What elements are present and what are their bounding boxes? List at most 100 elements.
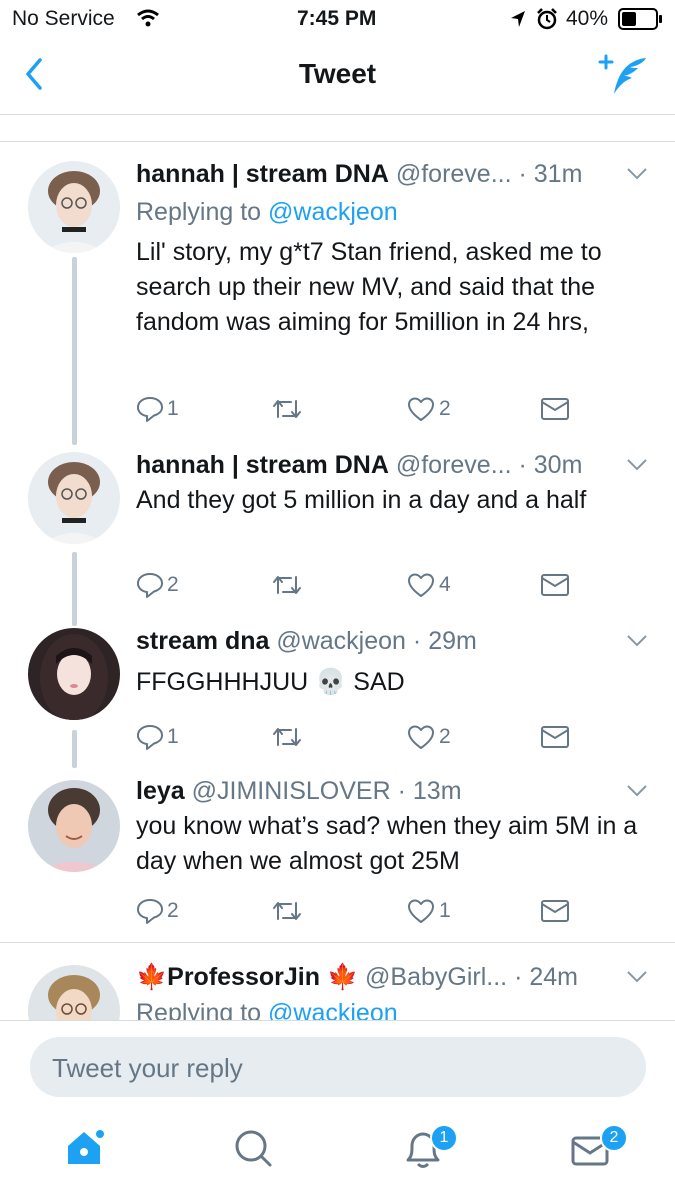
separator-dot: · (518, 451, 527, 479)
user-handle[interactable]: @wackjeon (276, 627, 406, 655)
tweet-actions: 1 2 (136, 394, 656, 424)
direct-message-button[interactable] (540, 896, 570, 926)
reply-button[interactable]: 1 (136, 722, 179, 752)
tab-search[interactable] (232, 1126, 276, 1175)
envelope-icon (541, 900, 569, 922)
separator-dot: · (514, 963, 523, 991)
thread-line (72, 730, 77, 768)
notifications-badge: 1 (430, 1124, 458, 1152)
like-count: 2 (439, 725, 451, 748)
replying-label: Replying to (136, 999, 262, 1020)
tweet-actions: 1 2 (136, 722, 656, 752)
retweet-button[interactable] (271, 896, 306, 926)
wifi-icon (137, 9, 159, 27)
like-button[interactable]: 2 (406, 722, 451, 752)
tweet-time: 24m (529, 963, 578, 991)
tweet-header: hannah | stream DNA @foreve... · 31m (136, 160, 626, 189)
retweet-button[interactable] (271, 722, 306, 752)
replying-to: Replying to @wackjeon (136, 999, 398, 1020)
skull-emoji: 💀 (315, 668, 347, 696)
avatar[interactable] (28, 780, 120, 872)
compose-tweet-icon[interactable] (598, 54, 650, 98)
alarm-icon (537, 8, 557, 30)
direct-message-button[interactable] (540, 570, 570, 600)
reply-icon (137, 899, 163, 924)
reply-button[interactable]: 2 (136, 570, 179, 600)
retweet-button[interactable] (271, 394, 306, 424)
reply-placeholder: Tweet your reply (52, 1053, 243, 1083)
reply-count: 2 (167, 573, 179, 596)
tweet-header: stream dna @wackjeon · 29m (136, 627, 626, 656)
envelope-icon (541, 726, 569, 748)
like-count: 1 (439, 899, 451, 922)
reply-icon (137, 573, 163, 598)
tweet-text: And they got 5 million in a day and a ha… (136, 486, 587, 514)
avatar[interactable] (28, 161, 120, 253)
tab-home[interactable] (64, 1126, 108, 1175)
chevron-down-icon[interactable] (626, 784, 648, 798)
like-button[interactable]: 2 (406, 394, 451, 424)
reply-icon (137, 725, 163, 750)
tweet-time: 30m (533, 451, 583, 479)
heart-icon (408, 725, 434, 749)
heart-icon (408, 573, 434, 597)
avatar[interactable] (28, 965, 120, 1020)
avatar[interactable] (28, 628, 120, 720)
direct-message-button[interactable] (540, 394, 570, 424)
tweet[interactable]: hannah | stream DNA @foreve... · 30m And… (0, 442, 675, 626)
reply-icon (137, 397, 163, 422)
tweet-header: 🍁ProfessorJin 🍁 @BabyGirl... · 24m (136, 963, 626, 992)
chevron-down-icon[interactable] (626, 458, 648, 472)
replying-to: Replying to @wackjeon (136, 198, 398, 227)
chevron-down-icon[interactable] (626, 634, 648, 648)
tweet-time: 31m (533, 160, 583, 188)
display-name[interactable]: hannah | stream DNA (136, 160, 389, 188)
tweet[interactable]: 🍁ProfessorJin 🍁 @BabyGirl... · 24m Reply… (0, 943, 675, 1020)
tweet[interactable]: stream dna @wackjeon · 29m FFGGHHHJUU 💀 … (0, 618, 675, 768)
like-button[interactable]: 1 (406, 896, 451, 926)
messages-badge: 2 (600, 1124, 628, 1152)
search-icon (235, 1130, 272, 1167)
reply-count: 1 (167, 725, 179, 748)
retweet-icon (273, 576, 301, 594)
reply-button[interactable]: 1 (136, 394, 179, 424)
tweet-time: 29m (428, 627, 477, 655)
replying-handle[interactable]: @wackjeon (268, 198, 398, 226)
tab-messages[interactable]: 2 (570, 1124, 628, 1175)
tweet[interactable]: leya @JIMINISLOVER · 13m you know what’s… (0, 768, 675, 942)
user-handle[interactable]: @JIMINISLOVER (192, 777, 391, 805)
reply-button[interactable]: 2 (136, 896, 179, 926)
home-icon (68, 1130, 104, 1164)
like-button[interactable]: 4 (406, 570, 451, 600)
heart-icon (408, 397, 434, 421)
tweet-actions: 2 1 (136, 896, 656, 926)
envelope-icon (541, 398, 569, 420)
chevron-down-icon[interactable] (626, 970, 648, 984)
tweet-actions: 2 4 (136, 570, 656, 600)
clock: 7:45 PM (297, 7, 377, 30)
user-handle[interactable]: @foreve... (396, 160, 512, 188)
tweet[interactable]: hannah | stream DNA @foreve... · 31m Rep… (0, 141, 675, 445)
maple-leaf-emoji: 🍁 (326, 963, 359, 991)
maple-leaf-emoji: 🍁 (136, 963, 168, 991)
display-name[interactable]: 🍁ProfessorJin 🍁 (136, 963, 365, 991)
display-name[interactable]: stream dna (136, 627, 269, 655)
user-handle[interactable]: @BabyGirl... (365, 963, 507, 991)
avatar[interactable] (28, 452, 120, 544)
retweet-icon (273, 902, 301, 920)
chevron-down-icon[interactable] (626, 167, 648, 181)
display-name[interactable]: hannah | stream DNA (136, 451, 389, 479)
replying-handle[interactable]: @wackjeon (268, 999, 398, 1020)
tweet-time: 13m (412, 777, 462, 805)
display-name[interactable]: leya (136, 777, 185, 805)
previous-tweet-cutoff (0, 115, 675, 142)
reply-count: 2 (167, 899, 179, 922)
reply-input[interactable]: Tweet your reply (30, 1037, 646, 1097)
like-count: 4 (439, 573, 451, 596)
tweet-header: leya @JIMINISLOVER · 13m (136, 777, 626, 806)
user-handle[interactable]: @foreve... (396, 451, 512, 479)
tab-notifications[interactable]: 1 (400, 1124, 458, 1177)
direct-message-button[interactable] (540, 722, 570, 752)
retweet-button[interactable] (271, 570, 306, 600)
location-arrow-icon (511, 11, 525, 27)
